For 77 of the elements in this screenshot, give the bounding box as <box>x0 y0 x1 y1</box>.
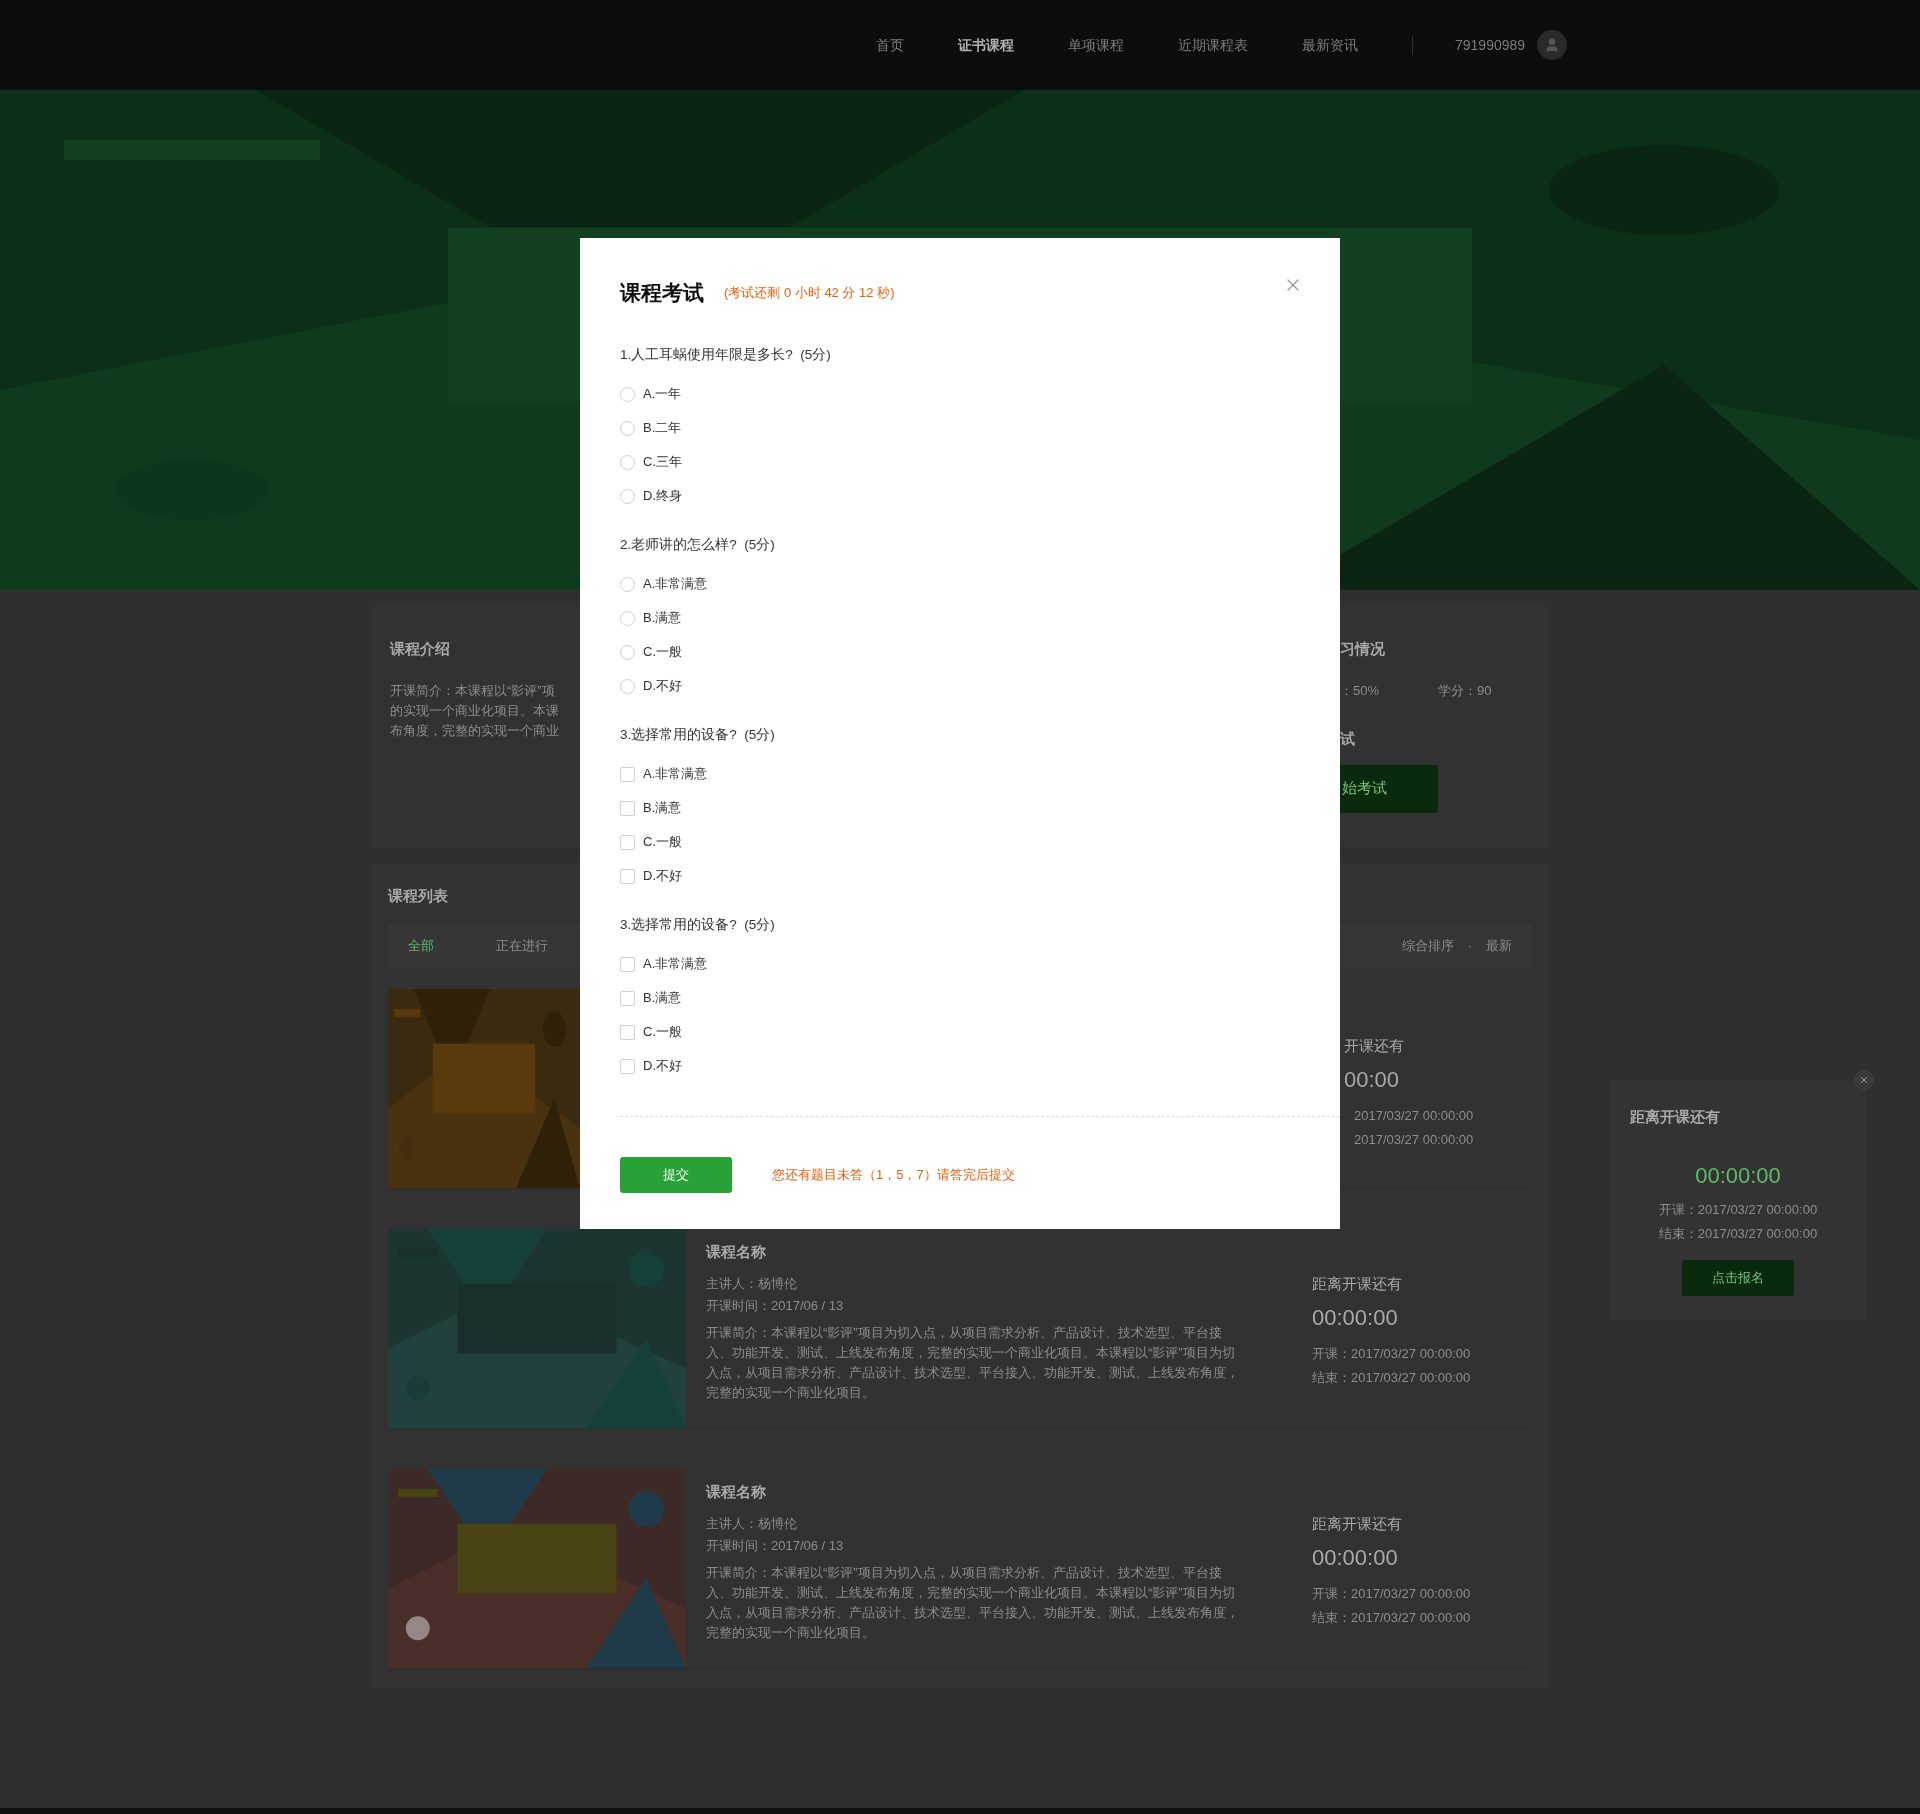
checkbox[interactable] <box>620 834 635 850</box>
separator-dot: · <box>1467 937 1472 956</box>
question-text: 2.老师讲的怎么样? (5分) <box>620 536 775 554</box>
avatar[interactable] <box>1537 30 1568 60</box>
warning-text: 您还有题目未答（1，5，7）请答完后提交 <box>772 1166 1015 1185</box>
countdown-label: 距离开课还有 <box>1312 1513 1402 1534</box>
option-label: C.一般 <box>643 643 682 662</box>
option-label: B.满意 <box>643 989 682 1008</box>
start-time: 开课：2017/03/27 00:00:00 <box>1312 1585 1471 1603</box>
section-title: 习情况 <box>1340 639 1385 659</box>
start-time: 开课：2017/03/27 00:00:00 <box>1658 1200 1818 1219</box>
option-label: A.一年 <box>643 385 682 404</box>
option-label: A.非常满意 <box>643 575 708 594</box>
checkbox[interactable] <box>620 1024 635 1040</box>
filter-tab[interactable]: 正在进行 <box>496 936 548 956</box>
option-label: D.终身 <box>643 487 682 506</box>
countdown-time: 00:00:00 <box>1312 1304 1398 1332</box>
submit-button[interactable]: 提交 <box>620 1157 732 1193</box>
nav-link[interactable]: 首页 <box>876 34 904 56</box>
end-time: 2017/03/27 00:00:00 <box>1354 1131 1474 1149</box>
panel-title: 距离开课还有 <box>1630 1107 1720 1127</box>
option-label: C.三年 <box>643 453 682 472</box>
start-date-text: 开课时间：2017/06 / 13 <box>706 1297 844 1315</box>
progress-text: ：50% <box>1340 681 1381 700</box>
countdown-label: 距离开课还有 <box>1312 1273 1402 1294</box>
end-time: 结束：2017/03/27 00:00:00 <box>1658 1224 1818 1243</box>
section-title: 试 <box>1340 729 1355 749</box>
countdown-time: 00:00:00 <box>1695 1161 1781 1190</box>
section-title: 课程介绍 <box>390 639 450 659</box>
nav-link[interactable]: 近期课程表 <box>1178 34 1248 56</box>
checkbox[interactable] <box>620 868 635 884</box>
option-label: D.不好 <box>643 677 682 696</box>
option-label: C.一般 <box>643 1023 682 1042</box>
option-label: B.二年 <box>643 419 682 438</box>
question-text: 1.人工耳蜗使用年限是多长? (5分) <box>620 346 831 364</box>
exam-timer: (考试还剩 0 小时 42 分 12 秒) <box>724 284 895 303</box>
question-text: 3.选择常用的设备? (5分) <box>620 726 775 744</box>
teacher-text: 主讲人：杨博伦 <box>706 1515 797 1533</box>
course-name[interactable]: 课程名称 <box>706 1480 766 1503</box>
nav-link[interactable]: 单项课程 <box>1068 34 1124 56</box>
countdown-label: 开课还有 <box>1344 1035 1404 1056</box>
nav-link[interactable]: 最新资讯 <box>1302 34 1358 56</box>
checkbox[interactable] <box>620 990 635 1006</box>
teacher-text: 主讲人：杨博伦 <box>706 1275 797 1293</box>
option-label: A.非常满意 <box>643 955 708 974</box>
checkbox[interactable] <box>620 956 635 972</box>
checkbox[interactable] <box>620 1058 635 1074</box>
countdown-time: 00:00 <box>1344 1066 1400 1094</box>
nav-link[interactable]: 证书课程 <box>958 34 1014 56</box>
intro-text: 开课简介：本课程以“影评”项 <box>390 681 555 700</box>
close-button[interactable] <box>1854 1070 1874 1090</box>
dialog-title: 课程考试 <box>620 280 704 307</box>
end-time: 结束：2017/03/27 00:00:00 <box>1312 1609 1471 1627</box>
close-icon <box>1858 1074 1870 1086</box>
start-time: 2017/03/27 00:00:00 <box>1354 1107 1474 1125</box>
option-label: B.满意 <box>643 799 682 818</box>
checkbox[interactable] <box>620 766 635 782</box>
course-name[interactable]: 课程名称 <box>706 1240 766 1263</box>
end-time: 结束：2017/03/27 00:00:00 <box>1312 1369 1471 1387</box>
option-label: B.满意 <box>643 609 682 628</box>
sort-option[interactable]: 综合排序 <box>1401 936 1454 956</box>
option-label: C.一般 <box>643 833 682 852</box>
option-label: D.不好 <box>643 867 682 886</box>
register-button[interactable]: 点击报名 <box>1682 1259 1794 1296</box>
checkbox[interactable] <box>620 800 635 816</box>
sort-option[interactable]: 最新 <box>1486 936 1512 956</box>
option-label: D.不好 <box>643 1057 682 1076</box>
start-date-text: 开课时间：2017/06 / 13 <box>706 1537 844 1555</box>
option-label: A.非常满意 <box>643 765 708 784</box>
username[interactable]: 791990989 <box>1455 34 1526 56</box>
filter-tab[interactable]: 全部 <box>408 936 434 956</box>
countdown-time: 00:00:00 <box>1312 1544 1398 1572</box>
question-text: 3.选择常用的设备? (5分) <box>620 916 775 934</box>
section-title: 课程列表 <box>388 886 448 906</box>
credits-text: 学分：90 <box>1438 681 1492 700</box>
start-time: 开课：2017/03/27 00:00:00 <box>1312 1345 1471 1363</box>
start-exam-button[interactable]: 始考试 <box>1340 764 1438 813</box>
